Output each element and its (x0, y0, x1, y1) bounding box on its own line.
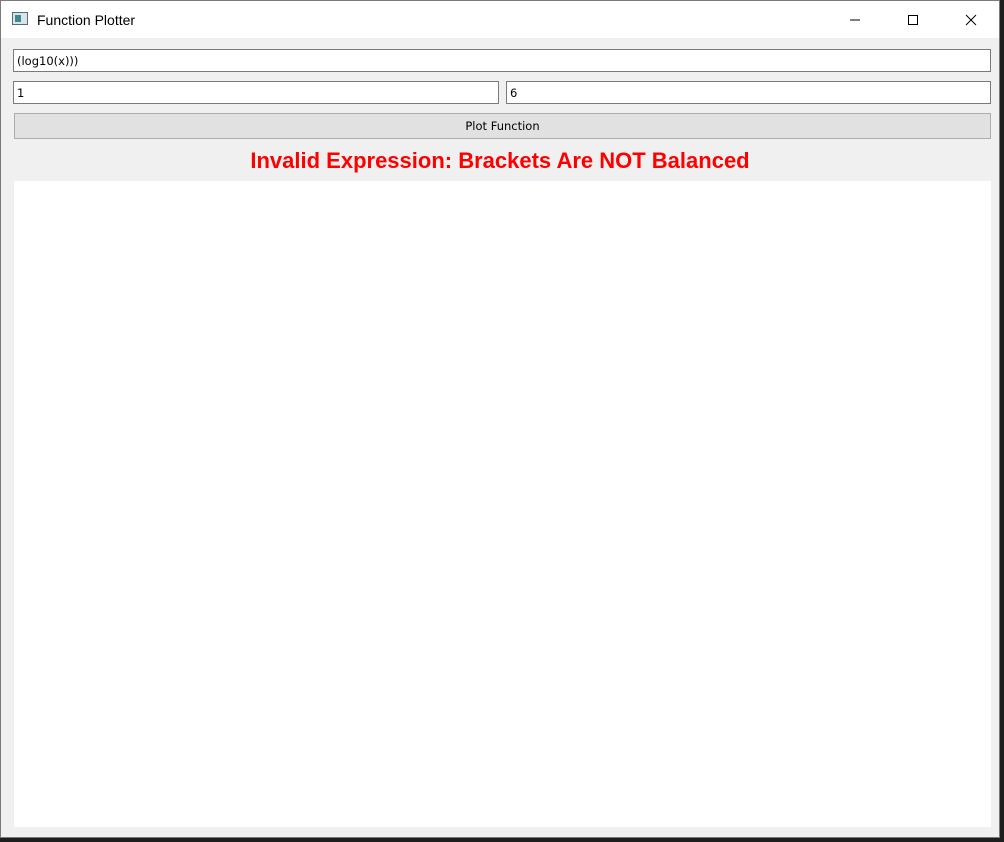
x-min-input[interactable] (13, 81, 499, 104)
close-icon (965, 14, 977, 25)
client-area: Plot Function Invalid Expression: Bracke… (1, 38, 999, 837)
expression-input[interactable] (13, 49, 991, 72)
window-title: Function Plotter (37, 12, 136, 28)
close-button[interactable] (942, 1, 999, 38)
x-max-input[interactable] (506, 81, 991, 104)
plot-canvas[interactable] (14, 181, 991, 827)
maximize-icon (908, 14, 918, 25)
title-bar[interactable]: Function Plotter (1, 1, 999, 38)
minimize-button[interactable] (826, 1, 884, 38)
minimize-icon (850, 19, 860, 20)
plot-function-button[interactable]: Plot Function (14, 113, 991, 139)
app-window-icon (12, 12, 28, 25)
function-plotter-window: Function Plotter Plot Function Invalid E… (0, 0, 1000, 838)
error-message: Invalid Expression: Brackets Are NOT Bal… (250, 148, 750, 173)
maximize-button[interactable] (884, 1, 942, 38)
